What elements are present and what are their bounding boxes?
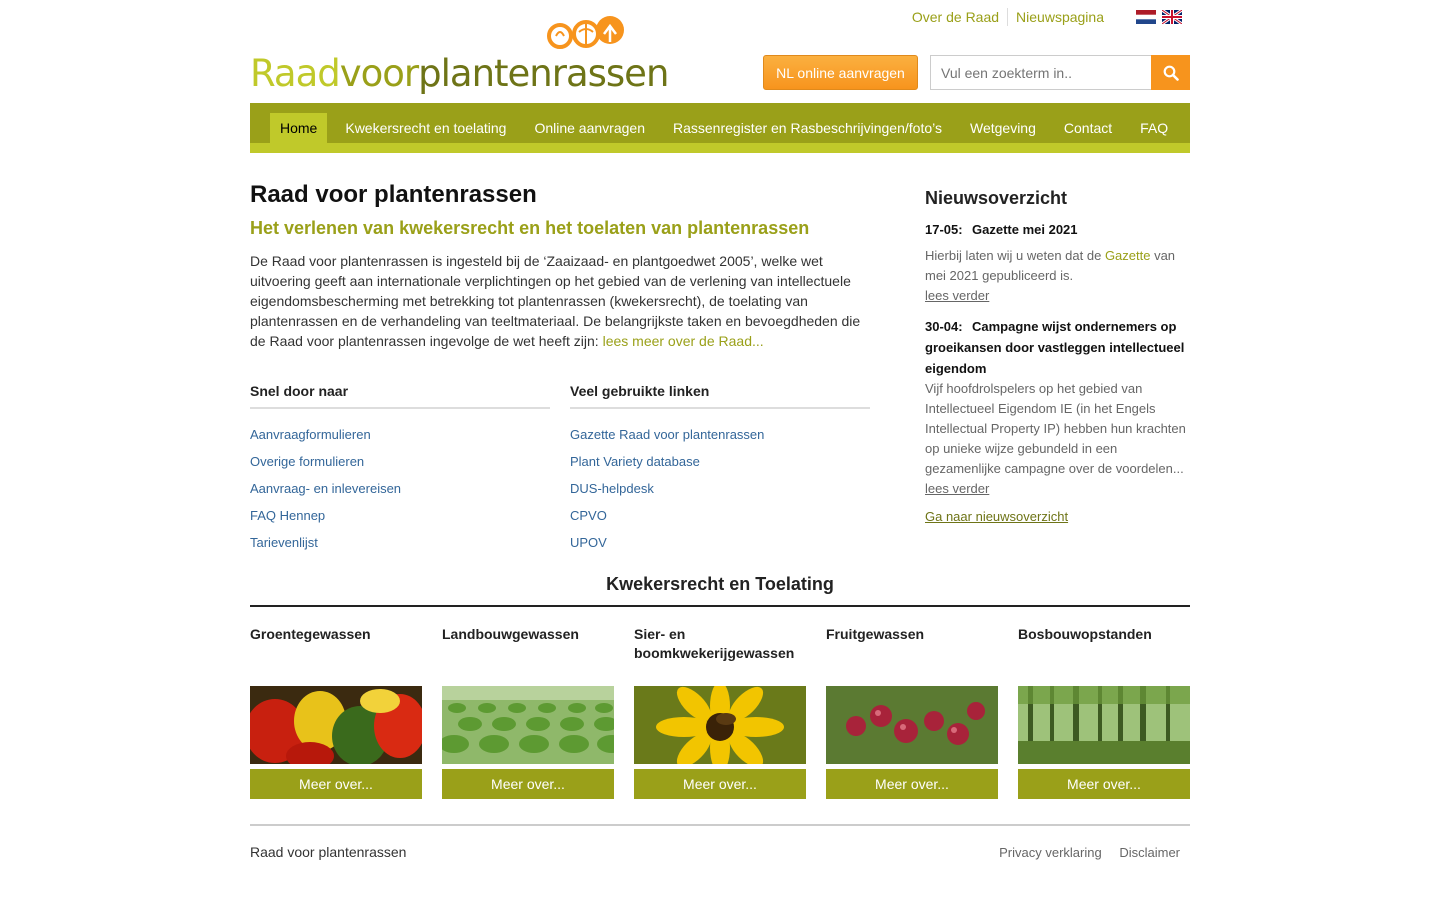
used-link[interactable]: Gazette Raad voor plantenrassen bbox=[570, 421, 870, 448]
category-title: Bosbouwopstanden bbox=[1018, 626, 1152, 642]
quick-link[interactable]: Overige formulieren bbox=[250, 448, 550, 475]
quick-link[interactable]: Tarievenlijst bbox=[250, 529, 550, 556]
top-link-nieuwspagina[interactable]: Nieuwspagina bbox=[1008, 9, 1112, 25]
category-card: Groentegewassen Meer over... bbox=[250, 625, 422, 799]
all-news-link[interactable]: Ga naar nieuwsoverzicht bbox=[925, 509, 1190, 524]
nav-item-kwekersrecht[interactable]: Kwekersrecht en toelating bbox=[335, 113, 516, 143]
nav-accent-bar bbox=[250, 143, 1190, 153]
news-read-more-link[interactable]: lees verder bbox=[925, 479, 1190, 499]
top-links: Over de Raad Nieuwspagina bbox=[904, 8, 1112, 26]
fruit-image[interactable] bbox=[826, 686, 998, 764]
privacy-link[interactable]: Privacy verklaring bbox=[999, 845, 1102, 860]
more-about-button[interactable]: Meer over... bbox=[250, 769, 422, 799]
news-item: 30-04: Campagne wijst ondernemers op groe… bbox=[925, 316, 1190, 499]
logo-text: Raadvoorplantenrassen bbox=[250, 52, 669, 95]
forest-image[interactable] bbox=[1018, 686, 1190, 764]
news-read-more-link[interactable]: lees verder bbox=[925, 286, 1190, 306]
used-link[interactable]: Plant Variety database bbox=[570, 448, 870, 475]
category-title: Groentegewassen bbox=[250, 626, 371, 642]
search-button[interactable] bbox=[1151, 55, 1190, 90]
more-about-button[interactable]: Meer over... bbox=[634, 769, 806, 799]
search-input[interactable] bbox=[930, 55, 1152, 90]
gazette-link[interactable]: Gazette bbox=[1105, 248, 1151, 263]
quick-link[interactable]: Aanvraag- en inlevereisen bbox=[250, 475, 550, 502]
nav-item-faq[interactable]: FAQ bbox=[1130, 113, 1178, 143]
more-about-button[interactable]: Meer over... bbox=[826, 769, 998, 799]
used-links-title: Veel gebruikte linken bbox=[570, 383, 870, 409]
used-link[interactable]: CPVO bbox=[570, 502, 870, 529]
quick-links-title: Snel door naar bbox=[250, 383, 550, 409]
news-title: Nieuwsoverzicht bbox=[925, 188, 1068, 208]
category-title: Fruitgewassen bbox=[826, 626, 925, 642]
nav-item-rassenregister[interactable]: Rassenregister en Rasbeschrijvingen/foto… bbox=[663, 113, 952, 143]
online-request-button[interactable]: NL online aanvragen bbox=[763, 55, 918, 90]
quick-link[interactable]: Aanvraagformulieren bbox=[250, 421, 550, 448]
search-box bbox=[930, 55, 1190, 90]
category-card: Landbouwgewassen Meer over... bbox=[442, 625, 614, 799]
category-list: Groentegewassen Meer over... Landbouwgew… bbox=[250, 625, 1190, 799]
news-item-text: Hierbij laten wij u weten dat de Gazette… bbox=[925, 248, 1176, 283]
site-logo[interactable]: Raadvoorplantenrassen bbox=[250, 12, 669, 95]
page-title: Raad voor plantenrassen bbox=[250, 181, 537, 208]
logo-mark-icon bbox=[547, 16, 624, 49]
more-about-button[interactable]: Meer over... bbox=[1018, 769, 1190, 799]
categories-title: Kwekersrecht en Toelating bbox=[250, 574, 1190, 607]
language-switch bbox=[1136, 10, 1182, 24]
search-icon bbox=[1163, 65, 1179, 81]
quick-link[interactable]: FAQ Hennep bbox=[250, 502, 550, 529]
news-item-title[interactable]: Gazette mei 2021 bbox=[972, 222, 1078, 237]
news-overview: Nieuwsoverzicht 17-05: Gazette mei 2021 H… bbox=[925, 188, 1190, 524]
dutch-flag-icon[interactable] bbox=[1136, 10, 1156, 24]
footer-links: Privacy verklaring Disclaimer bbox=[985, 845, 1180, 860]
more-about-button[interactable]: Meer over... bbox=[442, 769, 614, 799]
category-card: Fruitgewassen Meer over... bbox=[826, 625, 998, 799]
used-link[interactable]: DUS-helpdesk bbox=[570, 475, 870, 502]
disclaimer-link[interactable]: Disclaimer bbox=[1119, 845, 1180, 860]
main-nav: Home Kwekersrecht en toelating Online aa… bbox=[250, 103, 1190, 153]
used-link[interactable]: UPOV bbox=[570, 529, 870, 556]
flower-image[interactable] bbox=[634, 686, 806, 764]
category-title: Sier- en boomkwekerijgewassen bbox=[634, 626, 795, 661]
read-more-link[interactable]: lees meer over de Raad... bbox=[603, 333, 764, 349]
used-links: Veel gebruikte linken Gazette Raad voor … bbox=[570, 383, 870, 556]
footer: Raad voor plantenrassen Privacy verklari… bbox=[250, 824, 1190, 860]
footer-name: Raad voor plantenrassen bbox=[250, 844, 407, 860]
nav-item-online-aanvragen[interactable]: Online aanvragen bbox=[524, 113, 655, 143]
news-date: 17-05: bbox=[925, 222, 963, 237]
page-subtitle: Het verlenen van kwekersrecht en het toe… bbox=[250, 218, 810, 238]
top-link-over-de-raad[interactable]: Over de Raad bbox=[904, 9, 1007, 25]
intro-text: De Raad voor plantenrassen is ingesteld … bbox=[250, 251, 870, 351]
nav-item-contact[interactable]: Contact bbox=[1054, 113, 1122, 143]
news-date: 30-04: bbox=[925, 319, 963, 334]
news-item-text: Vijf hoofdrolspelers op het gebied van I… bbox=[925, 381, 1186, 476]
field-crops-image[interactable] bbox=[442, 686, 614, 764]
nav-item-home[interactable]: Home bbox=[270, 113, 328, 143]
intro-body: De Raad voor plantenrassen is ingesteld … bbox=[250, 253, 861, 349]
quick-links: Snel door naar Aanvraagformulieren Overi… bbox=[250, 383, 550, 556]
news-item: 17-05: Gazette mei 2021 Hierbij laten wij… bbox=[925, 219, 1190, 306]
peppers-image[interactable] bbox=[250, 686, 422, 764]
english-flag-icon[interactable] bbox=[1162, 10, 1182, 24]
nav-item-wetgeving[interactable]: Wetgeving bbox=[960, 113, 1046, 143]
category-title: Landbouwgewassen bbox=[442, 626, 579, 642]
category-card: Bosbouwopstanden Meer over... bbox=[1018, 625, 1190, 799]
category-card: Sier- en boomkwekerijgewassen Meer over.… bbox=[634, 625, 806, 799]
